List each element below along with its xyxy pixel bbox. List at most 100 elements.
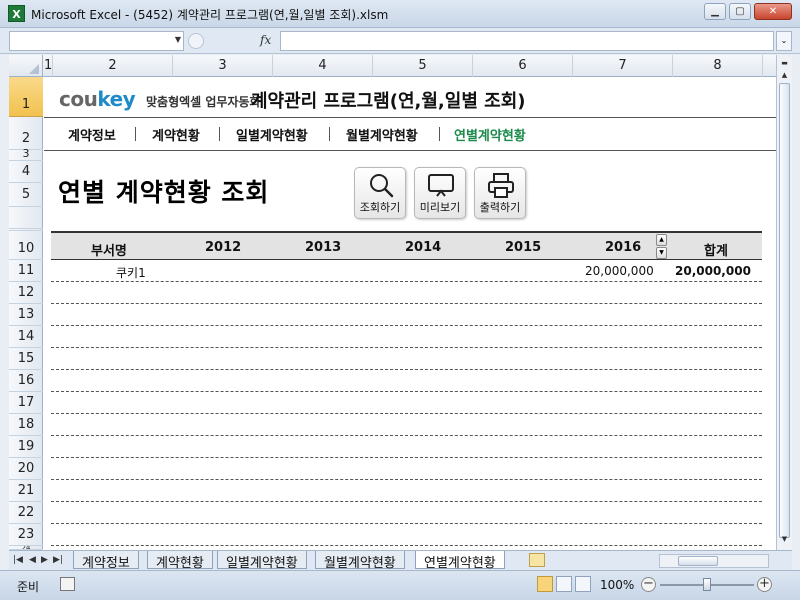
- last-sheet-icon[interactable]: ▶|: [53, 555, 63, 565]
- table-row[interactable]: [51, 524, 762, 546]
- nav-item-monthly-status[interactable]: 월별계약현황: [346, 125, 418, 144]
- normal-view-button[interactable]: [537, 576, 553, 592]
- row-header[interactable]: 2: [9, 117, 43, 150]
- minimize-button[interactable]: ▁: [704, 3, 726, 20]
- page-layout-view-button[interactable]: [556, 576, 572, 592]
- excel-app-icon[interactable]: X: [8, 5, 25, 22]
- app-title: 계약관리 프로그램(연,월,일별 조회): [251, 91, 526, 112]
- table-row[interactable]: [51, 480, 762, 502]
- row-header[interactable]: 14: [9, 326, 43, 348]
- row-header[interactable]: 10: [9, 231, 43, 260]
- name-box[interactable]: ▼: [9, 31, 184, 51]
- header-year: 2015: [505, 240, 542, 255]
- zoom-slider-thumb[interactable]: [703, 578, 711, 591]
- column-header[interactable]: 4: [273, 55, 373, 77]
- expand-formula-bar-button[interactable]: ⌄: [776, 31, 792, 51]
- insert-function-icon[interactable]: fx: [260, 33, 271, 47]
- scroll-thumb[interactable]: [779, 83, 790, 538]
- table-row[interactable]: [51, 392, 762, 414]
- row-header[interactable]: 17: [9, 392, 43, 414]
- chevron-down-icon[interactable]: ▼: [175, 35, 181, 44]
- macro-record-icon[interactable]: [60, 577, 75, 591]
- divider: [44, 117, 776, 118]
- column-header[interactable]: 2: [53, 55, 173, 77]
- table-row[interactable]: [51, 370, 762, 392]
- column-header[interactable]: 6: [473, 55, 573, 77]
- column-header[interactable]: 1: [44, 55, 53, 77]
- table-row[interactable]: [51, 436, 762, 458]
- row-header[interactable]: 23: [9, 524, 43, 546]
- vertical-scrollbar[interactable]: ▬ ▲ ▼: [776, 55, 792, 550]
- table-row[interactable]: [51, 348, 762, 370]
- row-header[interactable]: 3: [9, 148, 43, 161]
- sheet-tab-contract-info[interactable]: 계약정보: [73, 551, 139, 571]
- monitor-icon: [428, 174, 454, 197]
- zoom-out-button[interactable]: −: [641, 577, 656, 592]
- sheet-tab-daily-status[interactable]: 일별계약현황: [217, 551, 307, 571]
- row-header[interactable]: 13: [9, 304, 43, 326]
- row-header-hidden-rows[interactable]: [9, 207, 43, 231]
- column-header[interactable]: 8: [673, 55, 763, 77]
- row-header[interactable]: 19: [9, 436, 43, 458]
- sheet-tab-contract-status[interactable]: 계약현황: [147, 551, 213, 571]
- first-sheet-icon[interactable]: |◀: [13, 555, 23, 565]
- header-year: 2016: [605, 240, 642, 255]
- nav-separator: [329, 127, 330, 141]
- preview-button[interactable]: 미리보기: [414, 167, 466, 219]
- table-row[interactable]: [51, 304, 762, 326]
- row-header[interactable]: 15: [9, 348, 43, 370]
- row-header[interactable]: 11: [9, 260, 43, 282]
- nav-item-contract-status[interactable]: 계약현황: [152, 125, 200, 144]
- nav-item-contract-info[interactable]: 계약정보: [68, 125, 116, 144]
- spin-up-button[interactable]: ▲: [656, 234, 667, 246]
- spin-down-button[interactable]: ▼: [656, 247, 667, 259]
- nav-item-yearly-status[interactable]: 연별계약현황: [454, 125, 526, 144]
- divider: [44, 150, 776, 151]
- row-header[interactable]: 21: [9, 480, 43, 502]
- nav-item-daily-status[interactable]: 일별계약현황: [236, 125, 308, 144]
- column-header[interactable]: 7: [573, 55, 673, 77]
- table-row[interactable]: [51, 458, 762, 480]
- scroll-up-button[interactable]: ▲: [778, 69, 791, 83]
- sheet-tab-yearly-status[interactable]: 연별계약현황: [415, 551, 505, 571]
- cell-2016[interactable]: 20,000,000: [585, 264, 654, 278]
- row-header[interactable]: 1: [9, 77, 43, 117]
- insert-sheet-icon[interactable]: [529, 553, 545, 567]
- resize-handle[interactable]: [188, 33, 204, 49]
- column-header[interactable]: 3: [173, 55, 273, 77]
- header-dept: 부서명: [91, 244, 127, 259]
- search-button[interactable]: 조회하기: [354, 167, 406, 219]
- next-sheet-icon[interactable]: ▶: [41, 555, 48, 565]
- prev-sheet-icon[interactable]: ◀: [29, 555, 36, 565]
- zoom-level[interactable]: 100%: [600, 578, 634, 592]
- row-header[interactable]: 22: [9, 502, 43, 524]
- row-header[interactable]: 16: [9, 370, 43, 392]
- page-break-view-button[interactable]: [575, 576, 591, 592]
- formula-input[interactable]: [280, 31, 774, 51]
- row-header[interactable]: 5: [9, 183, 43, 207]
- logo-part1: cou: [59, 87, 98, 111]
- zoom-in-button[interactable]: +: [757, 577, 772, 592]
- table-row[interactable]: [51, 414, 762, 436]
- table-row[interactable]: [51, 502, 762, 524]
- column-header[interactable]: 5: [373, 55, 473, 77]
- row-header[interactable]: 20: [9, 458, 43, 480]
- maximize-button[interactable]: ▢: [729, 3, 751, 20]
- horizontal-scroll-thumb[interactable]: [678, 556, 718, 566]
- search-icon: [370, 174, 394, 198]
- row-header[interactable]: 12: [9, 282, 43, 304]
- horizontal-scrollbar[interactable]: [659, 554, 769, 568]
- cell-total[interactable]: 20,000,000: [675, 264, 751, 278]
- year-spinner[interactable]: ▲ ▼: [656, 233, 668, 260]
- close-button[interactable]: ✕: [754, 3, 792, 20]
- row-header[interactable]: 18: [9, 414, 43, 436]
- cell-dept[interactable]: 쿠키1: [116, 264, 146, 281]
- sheet-tab-monthly-status[interactable]: 월별계약현황: [315, 551, 405, 571]
- scroll-down-button[interactable]: ▼: [778, 533, 791, 547]
- table-row[interactable]: [51, 282, 762, 304]
- select-all-button[interactable]: [9, 55, 43, 77]
- formula-controls: fx: [188, 31, 278, 51]
- row-header[interactable]: 4: [9, 161, 43, 183]
- print-button[interactable]: 출력하기: [474, 167, 526, 219]
- table-row[interactable]: [51, 326, 762, 348]
